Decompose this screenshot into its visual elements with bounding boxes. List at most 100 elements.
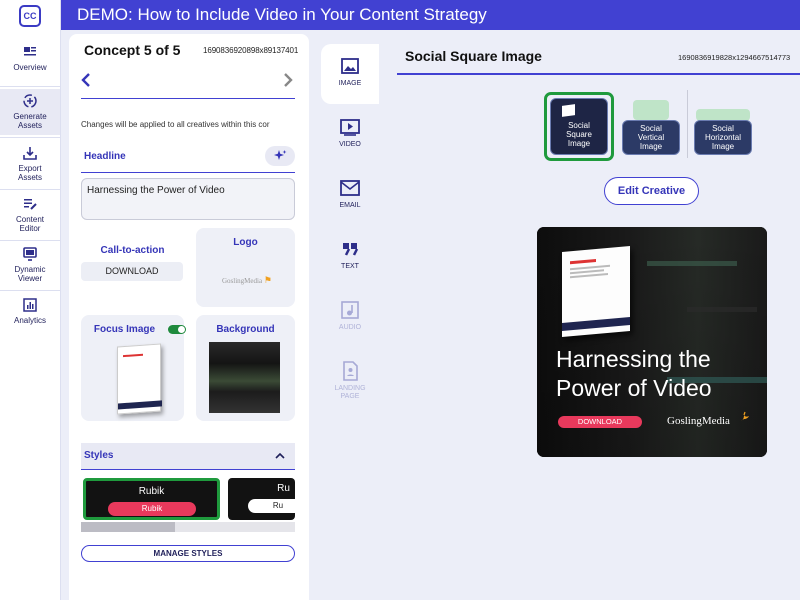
page-banner: DEMO: How to Include Video in Your Conte… — [61, 0, 800, 30]
analytics-icon — [23, 298, 37, 312]
format-social-square[interactable]: Social Square Image — [550, 98, 608, 155]
ebook-cover-image — [562, 246, 630, 337]
preview-title: Social Square Image — [405, 48, 542, 64]
nav-item-analytics[interactable]: Analytics — [0, 297, 60, 331]
divider — [397, 73, 800, 75]
format-label: Social Vertical Image — [637, 124, 665, 151]
logo-card[interactable]: Logo GoslingMedia ⚑ — [196, 228, 295, 307]
styles-label: Styles — [84, 450, 114, 461]
styles-scrollbar-thumb[interactable] — [81, 522, 175, 532]
chevron-right-icon — [284, 73, 293, 87]
asset-type-image[interactable]: IMAGE — [321, 44, 379, 104]
background-detail — [687, 307, 757, 312]
format-social-horizontal[interactable]: Social Horizontal Image — [694, 120, 752, 155]
ai-generate-button[interactable] — [265, 146, 295, 166]
nav-divider — [0, 137, 60, 138]
overview-icon — [24, 47, 36, 56]
nav-divider — [0, 189, 60, 190]
cta-field[interactable]: DOWNLOAD — [81, 262, 183, 281]
style-name: Ru — [277, 483, 290, 494]
monitor-icon — [23, 247, 37, 261]
format-vertical-shape — [633, 100, 669, 120]
nav-label: Dynamic Viewer — [14, 265, 46, 283]
book-title-bar — [570, 259, 596, 265]
asset-type-email[interactable]: EMAIL — [321, 178, 379, 218]
concept-title: Concept 5 of 5 — [84, 42, 181, 58]
styles-header[interactable]: Styles — [81, 443, 295, 469]
asset-type-label: IMAGE — [338, 80, 362, 87]
nav-item-dynamic-viewer[interactable]: Dynamic Viewer — [0, 246, 60, 286]
headline-field[interactable]: Harnessing the Power of Video — [81, 178, 295, 220]
asset-type-label: EMAIL — [339, 202, 361, 209]
next-concept-button[interactable] — [279, 70, 297, 90]
logo-preview: GoslingMedia ⚑ — [222, 275, 272, 286]
preview-headline: Harnessing the Power of Video — [556, 346, 712, 401]
gosling-icon — [741, 411, 749, 421]
divider — [687, 90, 688, 158]
nav-item-content-editor[interactable]: Content Editor — [0, 196, 60, 236]
email-icon — [340, 180, 360, 196]
creative-preview: Harnessing the Power of Video DOWNLOAD G… — [537, 227, 767, 457]
style-card-rubik[interactable]: Rubik Rubik — [83, 478, 220, 520]
nav-item-generate-assets[interactable]: Generate Assets — [0, 89, 60, 135]
background-detail — [647, 261, 737, 266]
divider — [81, 172, 295, 173]
nav-divider — [0, 240, 60, 241]
asset-type-video[interactable]: VIDEO — [321, 117, 379, 157]
logo-text: GoslingMedia — [222, 277, 263, 285]
asset-type-landing-page[interactable]: LANDING PAGE — [321, 361, 379, 407]
apply-notice: Changes will be applied to all creatives… — [81, 120, 270, 129]
focus-image-toggle[interactable] — [168, 325, 186, 334]
quote-icon — [343, 243, 359, 256]
document-icon — [562, 104, 575, 117]
background-label: Background — [216, 324, 275, 335]
edit-creative-button[interactable]: Edit Creative — [604, 177, 699, 205]
image-icon — [341, 58, 359, 74]
nav-item-export-assets[interactable]: Export Assets — [0, 145, 60, 185]
divider — [81, 98, 295, 99]
nav-label: Analytics — [13, 316, 46, 325]
format-label: Social Square Image — [566, 121, 592, 148]
gosling-icon: ⚑ — [263, 275, 272, 285]
nav-label: Export Assets — [17, 164, 42, 182]
format-social-vertical[interactable]: Social Vertical Image — [622, 120, 680, 155]
preview-cta-button: DOWNLOAD — [558, 416, 642, 428]
edit-list-icon — [24, 199, 37, 210]
asset-type-audio[interactable]: AUDIO — [321, 300, 379, 340]
asset-type-label: AUDIO — [338, 324, 362, 331]
style-button-preview: Ru — [248, 499, 295, 513]
nav-item-overview[interactable]: Overview — [0, 44, 60, 84]
cta-section: Call-to-action DOWNLOAD — [81, 228, 184, 308]
manage-styles-button[interactable]: MANAGE STYLES — [81, 545, 295, 562]
nav-divider — [0, 86, 60, 87]
focus-image-card[interactable]: Focus Image — [81, 315, 186, 421]
divider — [81, 469, 295, 470]
concept-panel: Concept 5 of 5 1690836920898x89137401 Ch… — [69, 34, 309, 600]
chevron-left-icon — [81, 73, 90, 87]
concept-id: 1690836920898x89137401 — [203, 46, 299, 55]
video-icon — [340, 119, 360, 136]
asset-type-label: LANDING PAGE — [334, 385, 366, 400]
preview-brand-logo: GoslingMedia — [667, 415, 730, 427]
asset-type-text[interactable]: TEXT — [321, 239, 379, 279]
background-preview — [209, 342, 280, 413]
prev-concept-button[interactable] — [77, 70, 95, 90]
asset-type-label: VIDEO — [339, 141, 361, 148]
style-name: Rubik — [138, 486, 165, 497]
logo-label: Logo — [233, 237, 258, 248]
audio-icon — [341, 301, 359, 319]
download-icon — [23, 147, 37, 160]
app-logo[interactable]: CC — [19, 5, 41, 27]
style-button-preview: Rubik — [108, 502, 196, 516]
generate-icon — [23, 94, 37, 108]
focus-image-preview — [117, 343, 161, 415]
style-card-2[interactable]: Ru Ru — [228, 478, 295, 520]
focus-image-label: Focus Image — [93, 324, 156, 335]
background-card[interactable]: Background — [196, 315, 295, 421]
nav-label: Generate Assets — [13, 112, 47, 130]
nav-label: Content Editor — [15, 215, 45, 233]
asset-type-label: TEXT — [341, 263, 359, 270]
preview-id: 1690836919828x1294667514773 — [678, 53, 791, 62]
nav-divider — [0, 290, 60, 291]
headline-label: Headline — [84, 151, 126, 162]
